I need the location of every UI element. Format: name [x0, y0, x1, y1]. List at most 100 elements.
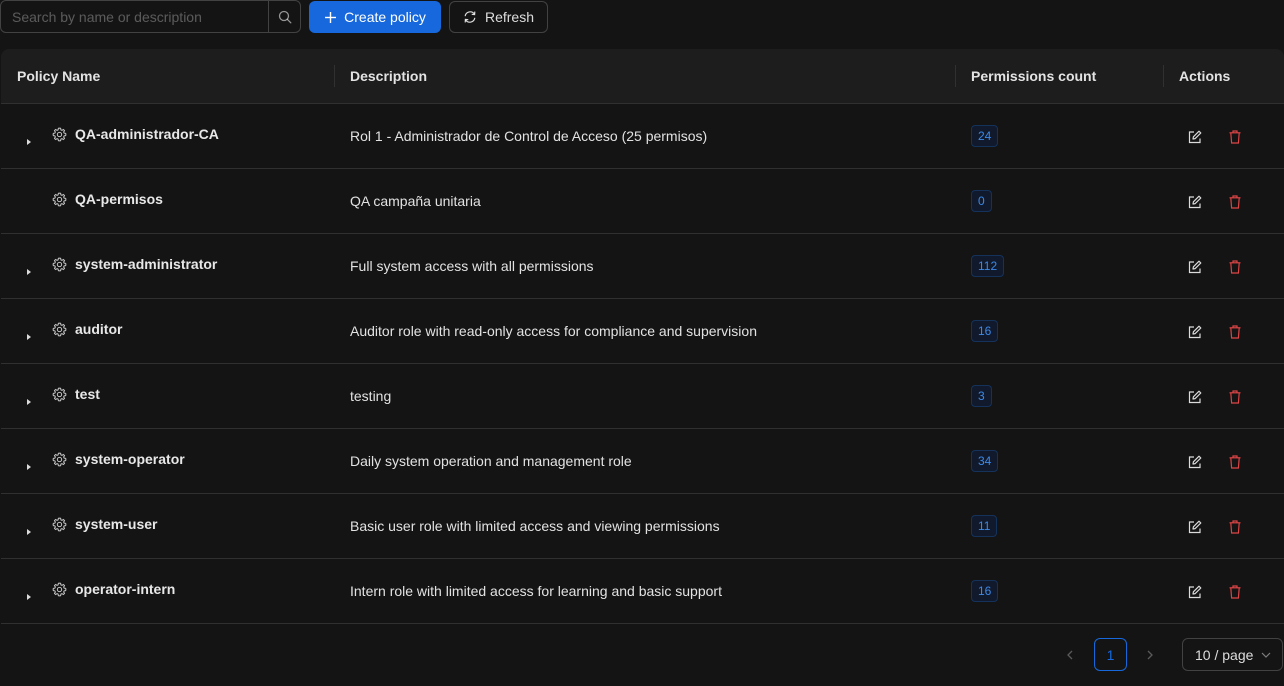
- permissions-count-badge: 3: [971, 385, 992, 407]
- policy-name: operator-intern: [75, 581, 176, 597]
- permissions-count-cell: 11: [955, 515, 1163, 537]
- permissions-count-cell: 112: [955, 255, 1163, 277]
- search-button[interactable]: [268, 1, 300, 32]
- permissions-count-cell: 0: [955, 190, 1163, 212]
- permissions-count-badge: 0: [971, 190, 992, 212]
- column-header-description: Description: [334, 49, 955, 103]
- policy-name: QA-administrador-CA: [75, 126, 219, 142]
- page-size-select[interactable]: 10 / page: [1182, 638, 1283, 671]
- gear-icon: [52, 387, 67, 402]
- gear-icon: [52, 127, 67, 142]
- delete-icon[interactable]: [1227, 584, 1243, 600]
- policy-description: Rol 1 - Administrador de Control de Acce…: [350, 128, 708, 144]
- permissions-count-cell: 24: [955, 125, 1163, 147]
- expand-caret-icon[interactable]: [25, 458, 33, 470]
- expand-caret-icon[interactable]: [25, 328, 33, 340]
- policy-description: testing: [350, 388, 392, 404]
- table-row: QA-administrador-CA Rol 1 - Administrador…: [1, 104, 1284, 169]
- chevron-left-icon[interactable]: [1062, 647, 1078, 663]
- policy-name-cell: auditor: [1, 299, 334, 363]
- table-body: QA-administrador-CA Rol 1 - Administrador…: [1, 104, 1284, 624]
- search-input[interactable]: [1, 1, 268, 32]
- expand-caret-icon[interactable]: [25, 588, 33, 600]
- page-number-1[interactable]: 1: [1094, 638, 1127, 671]
- policy-description: Basic user role with limited access and …: [350, 518, 720, 534]
- delete-icon[interactable]: [1227, 259, 1243, 275]
- expand-caret-icon[interactable]: [25, 393, 33, 405]
- table-row: operator-intern Intern role with limited …: [1, 559, 1284, 624]
- permissions-count-cell: 16: [955, 580, 1163, 602]
- edit-icon[interactable]: [1187, 519, 1203, 535]
- gear-icon: [52, 322, 67, 337]
- actions-cell: [1163, 299, 1284, 363]
- policy-name-cell: QA-administrador-CA: [1, 104, 334, 168]
- permissions-count-badge: 11: [971, 515, 998, 537]
- policy-name-cell: QA-permisos: [1, 169, 334, 233]
- actions-cell: [1163, 429, 1284, 493]
- policy-description: Intern role with limited access for lear…: [350, 583, 722, 599]
- policy-name-cell: operator-intern: [1, 559, 334, 623]
- gear-icon: [52, 582, 67, 597]
- column-header-policy-name: Policy Name: [17, 68, 101, 84]
- permissions-count-badge: 16: [971, 580, 999, 602]
- delete-icon[interactable]: [1227, 129, 1243, 145]
- search-icon: [278, 10, 291, 23]
- table-row: test testing 3: [1, 364, 1284, 429]
- edit-icon[interactable]: [1187, 454, 1203, 470]
- delete-icon[interactable]: [1227, 324, 1243, 340]
- permissions-count-badge: 112: [971, 255, 1005, 277]
- table-row: system-user Basic user role with limited …: [1, 494, 1284, 559]
- create-policy-label: Create policy: [344, 9, 426, 25]
- policy-name-cell: system-operator: [1, 429, 334, 493]
- refresh-label: Refresh: [484, 9, 535, 25]
- policy-name: system-administrator: [75, 256, 218, 272]
- edit-icon[interactable]: [1187, 194, 1203, 210]
- search-box: [0, 0, 301, 33]
- actions-cell: [1163, 494, 1284, 558]
- policy-name-cell: test: [1, 364, 334, 428]
- policy-name: system-operator: [75, 451, 185, 467]
- create-policy-button[interactable]: Create policy: [309, 1, 441, 33]
- permissions-count-badge: 24: [971, 125, 999, 147]
- policy-description: Full system access with all permissions: [350, 258, 594, 274]
- plus-icon: [325, 11, 337, 23]
- expand-caret-icon[interactable]: [25, 523, 33, 535]
- edit-icon[interactable]: [1187, 389, 1203, 405]
- edit-icon[interactable]: [1187, 324, 1203, 340]
- table-row: system-administrator Full system access w…: [1, 234, 1284, 299]
- permissions-count-cell: 16: [955, 320, 1163, 342]
- gear-icon: [52, 452, 67, 467]
- chevron-right-icon[interactable]: [1142, 647, 1158, 663]
- actions-cell: [1163, 169, 1284, 233]
- column-header-permissions-count: Permissions count: [955, 49, 1163, 103]
- policy-name: test: [75, 386, 100, 402]
- policy-description: Auditor role with read-only access for c…: [350, 323, 757, 339]
- table-row: auditor Auditor role with read-only acces…: [1, 299, 1284, 364]
- gear-icon: [52, 517, 67, 532]
- delete-icon[interactable]: [1227, 519, 1243, 535]
- expand-caret-icon[interactable]: [25, 133, 33, 145]
- delete-icon[interactable]: [1227, 389, 1243, 405]
- policy-name-cell: system-administrator: [1, 234, 334, 298]
- policies-table: Policy Name Description Permissions coun…: [1, 49, 1284, 624]
- refresh-button[interactable]: Refresh: [449, 1, 548, 33]
- permissions-count-cell: 34: [955, 450, 1163, 472]
- policy-name: auditor: [75, 321, 123, 337]
- edit-icon[interactable]: [1187, 584, 1203, 600]
- table-row: QA-permisos QA campaña unitaria 0: [1, 169, 1284, 234]
- delete-icon[interactable]: [1227, 194, 1243, 210]
- policy-name: QA-permisos: [75, 191, 163, 207]
- gear-icon: [52, 192, 67, 207]
- edit-icon[interactable]: [1187, 259, 1203, 275]
- policy-description: Daily system operation and management ro…: [350, 453, 632, 469]
- table-row: system-operator Daily system operation an…: [1, 429, 1284, 494]
- actions-cell: [1163, 364, 1284, 428]
- permissions-count-badge: 34: [971, 450, 999, 472]
- gear-icon: [52, 257, 67, 272]
- table-header: Policy Name Description Permissions coun…: [1, 49, 1284, 104]
- edit-icon[interactable]: [1187, 129, 1203, 145]
- chevron-down-icon: [1261, 652, 1271, 658]
- expand-caret-icon[interactable]: [25, 263, 33, 275]
- actions-cell: [1163, 234, 1284, 298]
- delete-icon[interactable]: [1227, 454, 1243, 470]
